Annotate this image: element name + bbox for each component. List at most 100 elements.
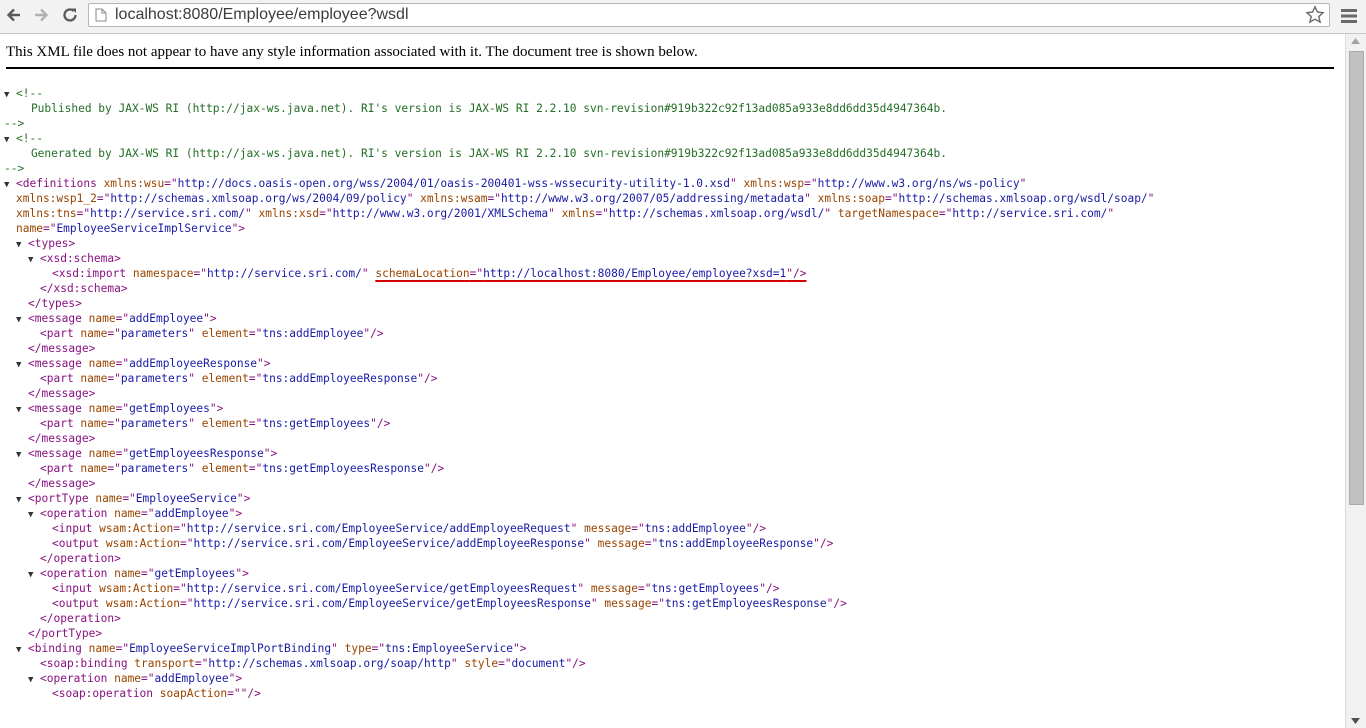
xml-tag: "> [209,402,224,415]
xml-line: ▼ <!-- [0,131,1345,146]
xml-line: xmlns:tns="http://service.sri.com/" xmln… [0,206,1345,221]
xml-tag: <types> [28,237,76,250]
xml-tag: =" [498,657,512,670]
xml-line: ▼ <message name="addEmployeeResponse"> [0,356,1345,371]
page-content: This XML file does not appear to have an… [0,34,1345,728]
xml-tag: <operation [40,507,108,520]
xml-attribute-value: tns:getEmployees [262,417,371,430]
xml-tag: </message> [28,477,96,490]
xml-tag: " [804,192,811,205]
url-text[interactable]: localhost:8080/Employee/employee?wsdl [115,6,409,24]
xml-attribute-name: soapAction [153,687,228,700]
reload-icon [63,8,77,22]
xml-attribute-value: document [511,657,566,670]
xml-tag: =" [631,522,645,535]
xml-line: <input wsam:Action="http://service.sri.c… [0,521,1345,536]
scroll-down-arrow-icon[interactable] [1351,718,1360,724]
xml-attribute-value: tns:EmployeeService [385,642,514,655]
xml-tag: <xsd:import [52,267,127,280]
xml-tag: " [331,642,338,655]
xml-line: ▼ <xsd:schema> [0,251,1345,266]
xml-line: </message> [0,431,1345,446]
xml-attribute-value: http://www.w3.org/2007/05/addressing/met… [501,192,805,205]
xml-line: <part name="parameters" element="tns:get… [0,416,1345,431]
xml-attribute-value: EmployeeService [135,492,237,505]
xml-tag: =" [469,267,484,280]
xml-line: <part name="parameters" element="tns:add… [0,371,1345,386]
xml-attribute-name: name [88,492,123,505]
xml-tag: <message [28,402,82,415]
xml-attribute-name: wsam:Action [92,582,174,595]
xml-tag: "> [236,492,251,505]
xml-tag: =" [179,537,194,550]
xml-attribute-value: getEmployees [129,402,210,415]
xml-attribute-name: element [194,327,249,340]
xml-tag: " [450,657,458,670]
xml-attribute-name: targetNamespace [831,207,939,220]
xml-line: </operation> [0,551,1345,566]
xml-tag: <output [52,597,100,610]
xml-tag: " [590,597,598,610]
xml-attribute-name: name [81,357,116,370]
xml-line: <output wsam:Action="http://service.sri.… [0,536,1345,551]
xml-tag: =" [115,312,130,325]
xml-tag: "/> [759,582,780,595]
xml-tag: "> [513,642,527,655]
xml-attribute-value: tns:getEmployeesResponse [262,462,424,475]
reload-button[interactable] [58,3,82,27]
xml-tag: " [188,417,195,430]
xml-tag: <part [40,327,74,340]
xml-attribute-value: tns:addEmployeeResponse [658,537,814,550]
xml-tag: "/> [363,327,384,340]
xml-line: <xsd:import namespace="http://service.sr… [0,266,1345,281]
xml-attribute-value: http://www.w3.org/ns/ws-policy [817,177,1020,190]
scrollbar-thumb[interactable] [1349,51,1364,505]
xml-attribute-value: getEmployeesResponse [129,447,264,460]
xml-line: ▼ <!-- [0,86,1345,101]
xml-tag: " [188,372,195,385]
address-bar[interactable]: localhost:8080/Employee/employee?wsdl [88,3,1330,27]
xml-attribute-name: name [81,402,116,415]
xml-line: ▼ <portType name="EmployeeService"> [0,491,1345,506]
xml-line: </portType> [0,626,1345,641]
xml-attribute-value: EmployeeServiceImplService [56,222,232,235]
xml-tag: " [729,177,737,190]
xml-attribute-name: name [81,312,116,325]
xml-attribute-value: tns:getEmployees [651,582,760,595]
xml-attribute-value: tns:addEmployee [262,327,364,340]
xml-tag: =" [115,402,130,415]
vertical-scrollbar[interactable] [1345,34,1366,728]
xml-line: ▼ <types> [0,236,1345,251]
xml-line: <soap:operation soapAction=""/> [0,686,1345,701]
xml-tag: <message [28,447,82,460]
xml-line: xmlns:wsp1_2="http://schemas.xmlsoap.org… [0,191,1345,206]
xml-attribute-name: schemaLocation [375,267,470,280]
scroll-up-arrow-icon[interactable] [1351,38,1360,44]
xml-tag: "/> [786,267,807,280]
xml-tag: <definitions [16,177,97,190]
xml-tag: <xsd:schema> [40,252,121,265]
xml-tag: =" [938,207,953,220]
xml-tag: "> [263,447,278,460]
xml-tag: </message> [28,432,96,445]
xml-tag: =" [115,357,130,370]
xml-attribute-name: wsam:Action [99,597,180,610]
xml-attribute-value: getEmployees [154,567,236,580]
xml-attribute-name: message [577,522,632,535]
xml-tag: </message> [28,342,96,355]
xml-line: <soap:binding transport="http://schemas.… [0,656,1345,671]
xml-line: </xsd:schema> [0,281,1345,296]
xml-comment: <!-- [16,87,43,100]
xml-tag: =" [884,192,899,205]
menu-button[interactable] [1337,4,1361,28]
xml-attribute-value: http://service.sri.com/EmployeeService/g… [186,582,578,595]
bookmark-star-icon[interactable] [1305,5,1325,25]
xml-attribute-name: xmlns:soap [810,192,885,205]
xml-attribute-name: name [81,642,116,655]
xml-attribute-value: addEmployee [154,507,229,520]
xml-attribute-name: name [107,672,142,685]
forward-button[interactable] [29,3,53,27]
xml-comment: <!-- [16,132,43,145]
back-button[interactable] [2,3,26,27]
xml-attribute-name: name [73,417,108,430]
